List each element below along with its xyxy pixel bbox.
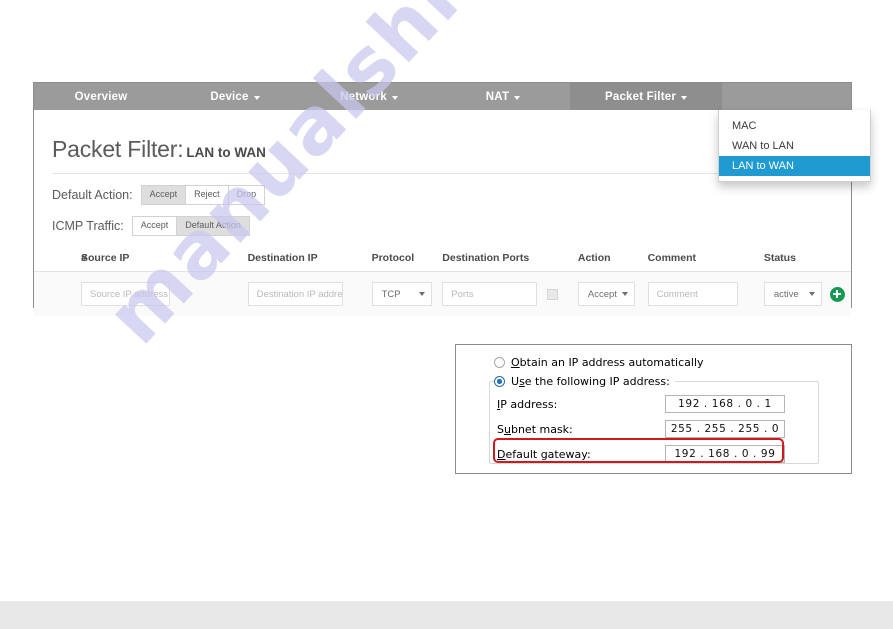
- dropdown-item-wan-to-lan[interactable]: WAN to LAN: [719, 136, 870, 156]
- packet-filter-rules-table: # Source IP Destination IP Protocol Dest…: [34, 252, 851, 316]
- icmp-traffic-button-group: Accept Default Action: [131, 216, 250, 236]
- default-action-accept-button[interactable]: Accept: [140, 185, 187, 205]
- action-select[interactable]: Accept: [577, 282, 635, 306]
- obtain-ip-automatically-option[interactable]: Obtain an IP address automatically: [494, 356, 704, 369]
- default-action-button-group: Accept Reject Drop: [140, 185, 266, 205]
- nav-item-nat[interactable]: NAT: [436, 83, 570, 110]
- ip-fields-groupbox: IP address: 192 . 168 . 0 . 1 Subnet mas…: [489, 381, 819, 464]
- dropdown-item-lan-to-wan[interactable]: LAN to WAN: [719, 156, 870, 176]
- table-header-row: # Source IP Destination IP Protocol Dest…: [34, 252, 851, 272]
- radio-button-icon[interactable]: [494, 357, 505, 368]
- default-action-row: Default Action: Accept Reject Drop: [34, 185, 851, 205]
- chevron-down-icon: [418, 292, 425, 296]
- chevron-down-icon: [514, 95, 521, 100]
- column-header-number: #: [81, 252, 87, 264]
- default-gateway-row: Default gateway: 192 . 168 . 0 . 99: [497, 444, 817, 464]
- nav-item-device-label: Device: [210, 90, 249, 103]
- table-row: Source IP address Destination IP address…: [34, 272, 851, 316]
- nav-item-packet-filter[interactable]: Packet Filter: [570, 83, 722, 110]
- main-navigation-bar: Overview Device Network NAT Packet Filte…: [34, 83, 851, 110]
- icmp-traffic-accept-button[interactable]: Accept: [131, 216, 178, 236]
- column-header-comment: Comment: [647, 252, 697, 264]
- radio-button-selected-icon[interactable]: [494, 376, 505, 387]
- page-title-main: Packet Filter:: [52, 136, 184, 162]
- comment-input[interactable]: Comment: [647, 282, 738, 306]
- chevron-down-icon: [253, 95, 260, 100]
- page-footer-band: [0, 601, 893, 629]
- row-action-cell: Accept: [577, 282, 648, 306]
- nav-item-network[interactable]: Network: [302, 83, 436, 110]
- row-destination-ip-cell: Destination IP address: [247, 282, 372, 306]
- row-status-cell: active: [763, 282, 851, 306]
- obtain-ip-automatically-label: Obtain an IP address automatically: [511, 356, 704, 369]
- protocol-select-value: TCP: [381, 288, 401, 300]
- subnet-mask-row: Subnet mask: 255 . 255 . 255 . 0: [497, 419, 817, 439]
- nav-item-nat-label: NAT: [485, 90, 510, 103]
- column-header-status: Status: [763, 252, 796, 264]
- ip-address-row: IP address: 192 . 168 . 0 . 1: [497, 394, 817, 414]
- column-header-action: Action: [577, 252, 611, 264]
- icmp-traffic-row: ICMP Traffic: Accept Default Action: [34, 216, 851, 236]
- row-comment-cell: Comment: [647, 282, 764, 306]
- destination-ip-input[interactable]: Destination IP address: [247, 282, 343, 306]
- ip-address-input[interactable]: 192 . 168 . 0 . 1: [665, 395, 785, 413]
- dropdown-item-mac[interactable]: MAC: [719, 116, 870, 136]
- destination-ports-input[interactable]: Ports: [442, 282, 538, 306]
- icmp-traffic-label: ICMP Traffic:: [52, 219, 124, 233]
- icmp-traffic-default-action-button[interactable]: Default Action: [177, 216, 250, 236]
- source-ip-input[interactable]: Source IP address: [81, 282, 170, 306]
- nav-item-overview[interactable]: Overview: [34, 83, 168, 110]
- subnet-mask-input[interactable]: 255 . 255 . 255 . 0: [665, 420, 785, 438]
- nav-item-overview-label: Overview: [74, 90, 128, 103]
- title-divider: [52, 173, 833, 174]
- column-header-protocol: Protocol: [371, 252, 415, 264]
- column-header-source-ip: Source IP: [81, 252, 130, 264]
- ip-settings-dialog: Obtain an IP address automatically Use t…: [455, 344, 852, 474]
- use-following-ip-label: Use the following IP address:: [511, 375, 670, 388]
- column-header-destination-ports: Destination Ports: [442, 252, 530, 264]
- status-select[interactable]: active: [763, 282, 822, 306]
- status-select-value: active: [773, 288, 799, 300]
- ports-invert-checkbox[interactable]: [547, 288, 559, 300]
- row-destination-ports-cell: Ports: [442, 282, 578, 306]
- use-following-ip-option[interactable]: Use the following IP address:: [494, 375, 675, 388]
- row-protocol-cell: TCP: [371, 282, 443, 306]
- ip-address-label: IP address:: [497, 397, 558, 411]
- column-header-destination-ip: Destination IP: [247, 252, 318, 264]
- row-source-ip-cell: Source IP address: [81, 282, 248, 306]
- nav-item-network-label: Network: [340, 90, 387, 103]
- default-action-label: Default Action:: [52, 188, 133, 202]
- packet-filter-dropdown-menu: MAC WAN to LAN LAN to WAN: [718, 110, 871, 182]
- chevron-down-icon: [808, 292, 815, 296]
- page-title-sub: LAN to WAN: [186, 145, 266, 160]
- default-gateway-label: Default gateway:: [497, 447, 591, 461]
- router-admin-panel: Overview Device Network NAT Packet Filte…: [33, 82, 871, 316]
- action-select-value: Accept: [587, 288, 617, 300]
- chevron-down-icon: [391, 95, 398, 100]
- default-gateway-input[interactable]: 192 . 168 . 0 . 99: [665, 445, 785, 463]
- chevron-down-icon: [621, 292, 628, 296]
- default-action-drop-button[interactable]: Drop: [228, 185, 266, 205]
- chevron-down-icon: [681, 95, 687, 100]
- add-rule-button[interactable]: [829, 286, 845, 302]
- nav-item-packet-filter-label: Packet Filter: [605, 90, 676, 103]
- default-action-reject-button[interactable]: Reject: [186, 185, 229, 205]
- nav-item-device[interactable]: Device: [168, 83, 302, 110]
- subnet-mask-label: Subnet mask:: [497, 422, 573, 436]
- protocol-select[interactable]: TCP: [371, 282, 432, 306]
